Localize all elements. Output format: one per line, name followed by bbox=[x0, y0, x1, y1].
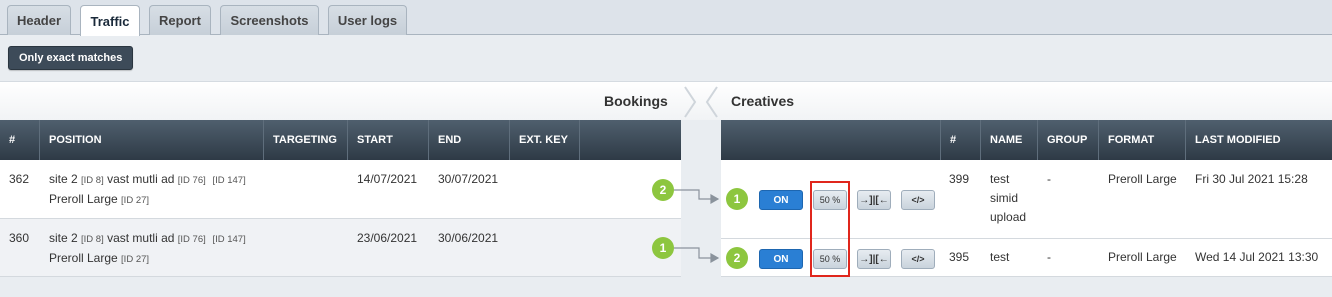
creative-id: 395 bbox=[949, 250, 970, 264]
name-line: test bbox=[990, 250, 1010, 264]
creative-group: - bbox=[1047, 250, 1051, 264]
swap-arrows-icon[interactable]: →]|[← bbox=[857, 249, 891, 269]
creative-order-badge: 1 bbox=[726, 188, 748, 210]
creative-modified: Fri 30 Jul 2021 15:28 bbox=[1195, 172, 1308, 186]
highlight-annotation bbox=[810, 181, 850, 277]
creative-format: Preroll Large bbox=[1108, 250, 1177, 264]
code-icon[interactable]: </> bbox=[901, 190, 935, 210]
creative-order-badge: 2 bbox=[726, 247, 748, 269]
creative-name: test simid upload bbox=[990, 170, 1026, 227]
creative-format: Preroll Large bbox=[1108, 172, 1177, 186]
creative-id: 399 bbox=[949, 172, 970, 186]
name-line: upload bbox=[990, 210, 1027, 224]
creative-name: test bbox=[990, 248, 1009, 267]
on-toggle-button[interactable]: ON bbox=[759, 249, 803, 269]
swap-arrows-icon[interactable]: →]|[← bbox=[857, 190, 891, 210]
creative-modified: Wed 14 Jul 2021 13:30 bbox=[1195, 250, 1319, 264]
creative-group: - bbox=[1047, 172, 1051, 186]
code-icon[interactable]: </> bbox=[901, 249, 935, 269]
name-line: simid bbox=[990, 191, 1019, 205]
on-toggle-button[interactable]: ON bbox=[759, 190, 803, 210]
name-line: test bbox=[990, 172, 1010, 186]
